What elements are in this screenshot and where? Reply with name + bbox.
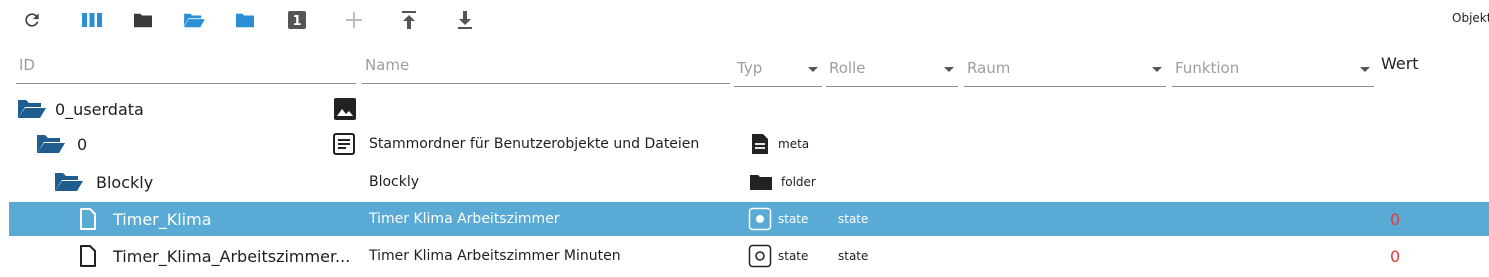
columns-icon[interactable] [78,6,106,34]
folder-open-icon[interactable] [180,6,208,34]
chevron-down-icon [944,67,954,72]
file-text-icon [751,127,769,161]
tree-item-label: 0 [77,134,88,154]
chevron-down-icon [1152,67,1162,72]
raum-filter-label: Raum [967,59,1011,77]
object-name: Stammordner für Benutzerobjekte und Date… [369,136,700,152]
upload-icon[interactable] [395,6,423,34]
object-name: Timer Klima Arbeitszimmer Minuten [369,248,621,264]
folder-icon [749,165,773,199]
tree-row[interactable]: 0 Stammordner für Benutzerobjekte und Da… [9,127,1489,161]
text-icon [332,127,356,161]
file-icon [79,202,97,236]
object-value[interactable]: 0 [1390,202,1400,236]
tree-item-label: Timer_Klima [113,209,212,229]
name-filter-label: Name [365,56,410,74]
typ-filter-label: Typ [737,59,763,77]
wert-column-header: Wert [1381,54,1419,73]
folder-icon[interactable] [231,6,259,34]
rolle-filter-label: Rolle [829,59,866,77]
number-one-icon[interactable]: 1 [283,6,311,34]
object-name: Blockly [369,174,420,190]
objekt-label: Objekt [1452,11,1489,25]
raum-filter-select[interactable]: Raum [964,55,1166,87]
state-icon [748,202,772,236]
tree-item-label: 0_userdata [55,99,144,119]
tree-row[interactable]: Blockly Blockly folder [9,165,1489,199]
rolle-filter-select[interactable]: Rolle [826,55,958,87]
toolbar: 1 Objekt [0,0,1489,40]
object-type: state [778,249,809,263]
object-type: folder [781,175,816,189]
tree-row[interactable]: Timer_Klima_Arbeitszimmer... Timer Klima… [9,239,1489,273]
object-value[interactable]: 0 [1390,239,1400,273]
folder-open-icon[interactable] [54,165,84,199]
object-role: state [838,249,869,263]
tree-item-label: Timer_Klima_Arbeitszimmer... [113,246,351,266]
tree-item-label: Blockly [96,172,154,192]
name-filter-input[interactable]: Name [362,52,730,84]
folder-closed-icon[interactable] [129,6,157,34]
object-type: meta [778,137,810,151]
chevron-down-icon [808,67,818,72]
folder-open-icon[interactable] [36,127,66,161]
folder-open-icon[interactable] [17,92,47,126]
state-icon [748,239,772,273]
id-filter-label: ID [19,56,35,74]
typ-filter-select[interactable]: Typ [734,55,822,87]
add-icon[interactable] [340,6,368,34]
file-icon [79,239,97,273]
object-role: state [838,212,869,226]
object-type: state [778,212,809,226]
svg-text:1: 1 [292,14,301,29]
image-icon [333,92,357,126]
chevron-down-icon [1360,67,1370,72]
tree-row-selected[interactable]: Timer_Klima Timer Klima Arbeitszimmer st… [9,202,1489,236]
object-name: Timer Klima Arbeitszimmer [369,211,560,227]
download-icon[interactable] [451,6,479,34]
funktion-filter-label: Funktion [1175,59,1240,77]
refresh-icon[interactable] [18,6,46,34]
tree-row[interactable]: 0_userdata [9,92,1489,126]
funktion-filter-select[interactable]: Funktion [1172,55,1374,87]
id-filter-input[interactable]: ID [16,52,356,84]
